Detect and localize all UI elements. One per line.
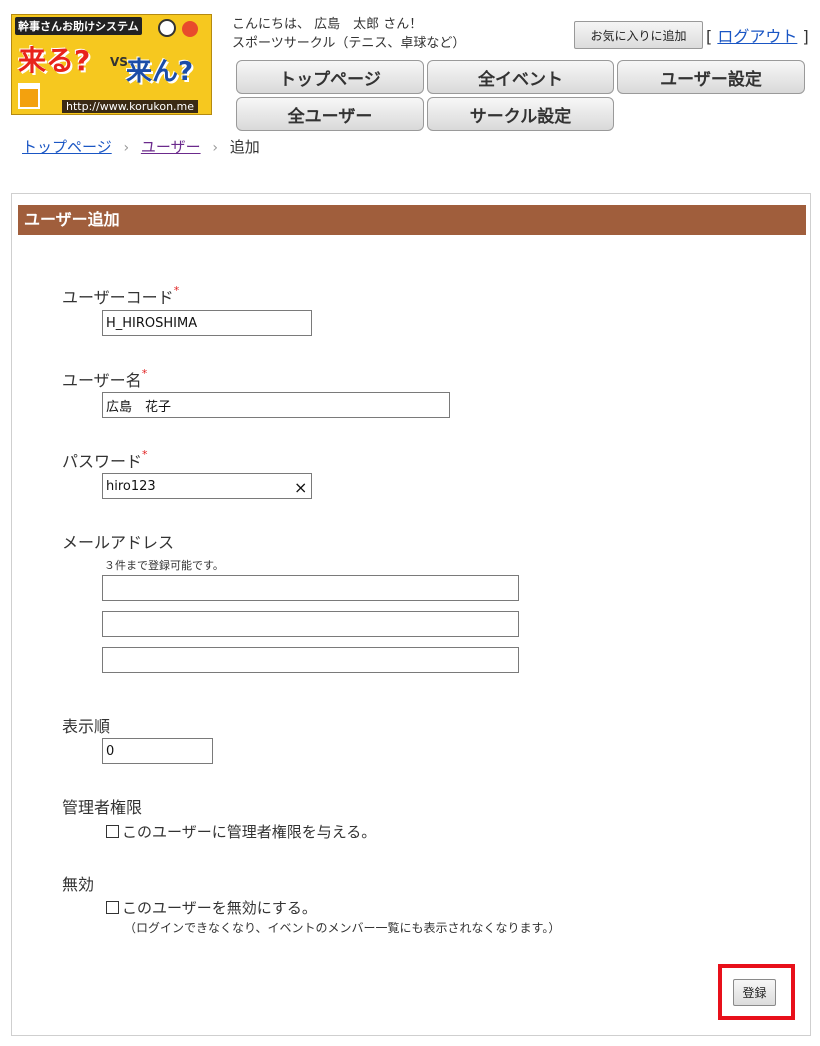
pingpong-paddle-icon (182, 21, 198, 37)
display-order-label: 表示順 (62, 717, 111, 736)
user-code-label: ユーザーコード* (62, 284, 179, 308)
bracket-close: ] (802, 27, 809, 46)
user-name-input[interactable] (102, 392, 450, 418)
required-mark: * (141, 367, 148, 380)
password-label-text: パスワード (62, 452, 143, 471)
breadcrumb: トップページ › ユーザー › 追加 (22, 136, 260, 157)
breadcrumb-home-link[interactable]: トップページ (22, 138, 112, 156)
logo-tagline: 幹事さんお助けシステム (15, 17, 142, 35)
user-name-label-text: ユーザー名 (62, 371, 142, 390)
user-add-panel: ユーザー追加 ユーザーコード* ユーザー名* パスワード* × メールアドレス … (11, 193, 811, 1036)
add-favorite-button[interactable]: お気に入りに追加 (574, 21, 703, 49)
admin-checkbox[interactable] (106, 825, 119, 838)
bracket-open: [ (706, 27, 713, 46)
nav-circle-settings[interactable]: サークル設定 (427, 97, 614, 131)
email-input-1[interactable] (102, 575, 519, 601)
password-label: パスワード* (62, 448, 148, 472)
nav-all-events[interactable]: 全イベント (427, 60, 614, 94)
breadcrumb-users-link[interactable]: ユーザー (141, 138, 201, 156)
admin-checkbox-row[interactable]: このユーザーに管理者権限を与える。 (106, 821, 376, 842)
email-input-3[interactable] (102, 647, 519, 673)
nav-user-settings[interactable]: ユーザー設定 (617, 60, 805, 94)
breadcrumb-current: 追加 (229, 138, 260, 156)
admin-label: 管理者権限 (62, 798, 143, 817)
logo-url: http://www.korukon.me (62, 100, 199, 113)
disabled-checkbox-label[interactable]: このユーザーを無効にする。 (122, 899, 317, 917)
logo-word-notcome: 来ん? (126, 57, 194, 87)
nav-all-users[interactable]: 全ユーザー (236, 97, 424, 131)
disabled-checkbox-row[interactable]: このユーザーを無効にする。 (106, 897, 317, 918)
logout-link[interactable]: ログアウト (717, 27, 797, 46)
user-code-label-text: ユーザーコード (62, 288, 174, 307)
disabled-label: 無効 (62, 875, 95, 894)
user-greeting: こんにちは、 広島 太郎 さん！ スポーツサークル（テニス、卓球など） (232, 15, 465, 53)
password-input[interactable] (102, 473, 312, 499)
logo-word-come: 来る? (18, 44, 91, 77)
panel-title: ユーザー追加 (18, 205, 806, 235)
disabled-checkbox[interactable] (106, 901, 119, 914)
required-mark: * (142, 448, 148, 461)
disabled-note: （ログインできなくなり、イベントのメンバー一覧にも表示されなくなります。） (124, 921, 561, 935)
user-name-label: ユーザー名* (62, 367, 147, 391)
logout-area: [ ログアウト ] (706, 23, 809, 47)
breadcrumb-separator: › (123, 140, 130, 156)
soccer-ball-icon (158, 19, 176, 37)
required-mark: * (173, 284, 180, 297)
breadcrumb-separator: › (212, 140, 218, 156)
email-label: メールアドレス (62, 533, 175, 552)
user-code-input[interactable] (102, 310, 312, 336)
email-hint: ３件まで登録可能です。 (104, 559, 224, 572)
site-logo[interactable]: 幹事さんお助けシステム 来る? VS 来ん? http://www.koruko… (11, 14, 212, 115)
beer-mug-icon (18, 83, 40, 109)
nav-top-page[interactable]: トップページ (236, 60, 424, 94)
admin-checkbox-label[interactable]: このユーザーに管理者権限を与える。 (122, 823, 376, 841)
register-button[interactable]: 登録 (733, 979, 776, 1006)
greeting-text: こんにちは、 広島 太郎 さん！ (232, 17, 423, 32)
clear-icon[interactable]: × (294, 478, 307, 497)
circle-name: スポーツサークル（テニス、卓球など） (232, 36, 466, 51)
display-order-input[interactable] (102, 738, 213, 764)
email-input-2[interactable] (102, 611, 519, 637)
